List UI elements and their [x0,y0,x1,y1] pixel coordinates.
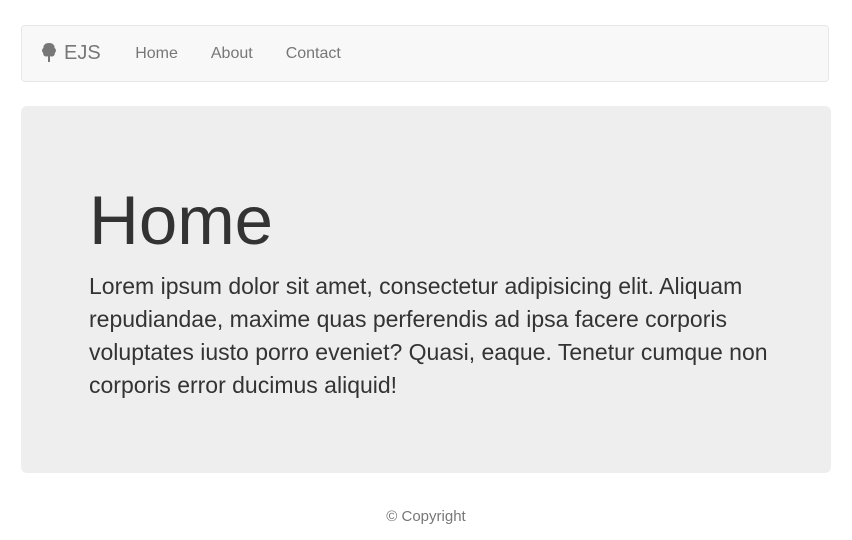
nav-links: Home About Contact [119,45,358,63]
footer: © Copyright [0,508,852,525]
brand-link[interactable]: EJS [41,42,101,65]
nav-link-about[interactable]: About [194,45,269,63]
page-title: Home [89,182,274,259]
brand-label: EJS [64,42,101,64]
intro-paragraph: Lorem ipsum dolor sit amet, consectetur … [89,273,768,398]
nav-link-home[interactable]: Home [119,45,195,63]
tree-icon [41,42,57,64]
copyright-text: © Copyright [386,508,466,525]
jumbotron: Home Lorem ipsum dolor sit amet, consect… [21,106,831,473]
navbar: EJS Home About Contact [21,25,829,82]
nav-link-contact[interactable]: Contact [269,45,357,63]
